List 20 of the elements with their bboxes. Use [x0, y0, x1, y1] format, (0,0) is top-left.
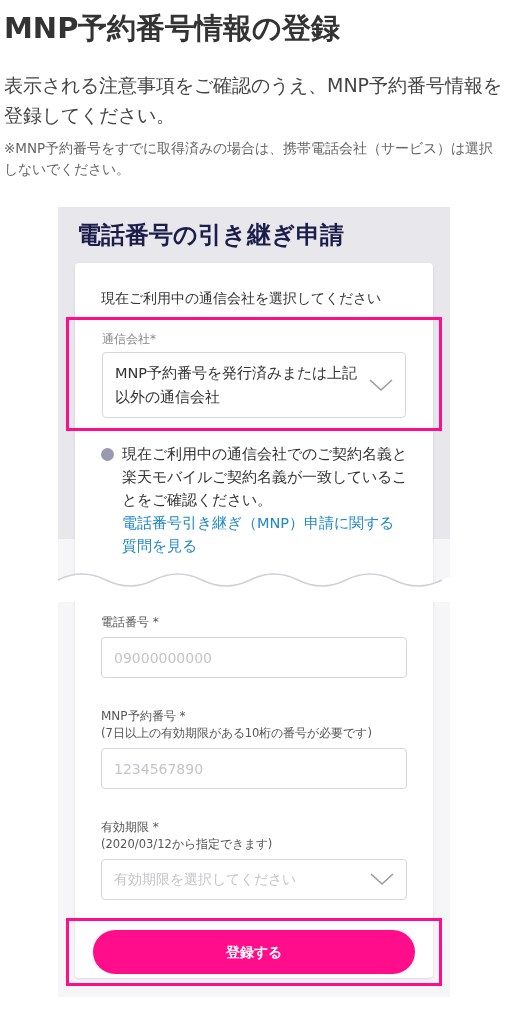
intro-text: 現在ご利用中の通信会社を選択してください [101, 289, 382, 308]
field-label: 有効期限 * [101, 819, 160, 836]
carrier-select[interactable]: MNP予約番号を発行済みまたは上記以外の通信会社 [102, 352, 406, 418]
description: 表示される注意事項をご確認のうえ、MNP予約番号情報を登録してください。 [4, 73, 504, 128]
faq-link[interactable]: 電話番号引き継ぎ（MNP）申請に関する質問を見る [122, 512, 407, 558]
note: ※MNP予約番号をすでに取得済みの場合は、携帯電話会社（サービス）は選択しないでください。 [4, 139, 495, 179]
info-text: 現在ご利用中の通信会社でのご契約名義と楽天モバイルご契約名義が一致していることをご確認ください。 [122, 445, 407, 510]
input-field[interactable]: 1234567890 [101, 748, 407, 789]
info-icon [101, 448, 114, 461]
field-label: MNP予約番号 * [101, 708, 187, 725]
page-title: MNP予約番号情報の登録 [4, 10, 342, 47]
chevron-down-icon [369, 378, 393, 392]
submit-button[interactable]: 登録する [93, 930, 415, 974]
chevron-down-icon [370, 873, 394, 886]
input-field[interactable]: 09000000000 [101, 637, 407, 678]
field-hint: (2020/03/12から指定できます) [101, 836, 274, 853]
field-label: 電話番号 * [101, 614, 160, 631]
field-hint: (7日以上の有効期限がある10桁の番号が必要です) [101, 725, 373, 742]
screen-title: 電話番号の引き継ぎ申請 [76, 220, 345, 251]
field-label: 通信会社* [102, 331, 157, 348]
